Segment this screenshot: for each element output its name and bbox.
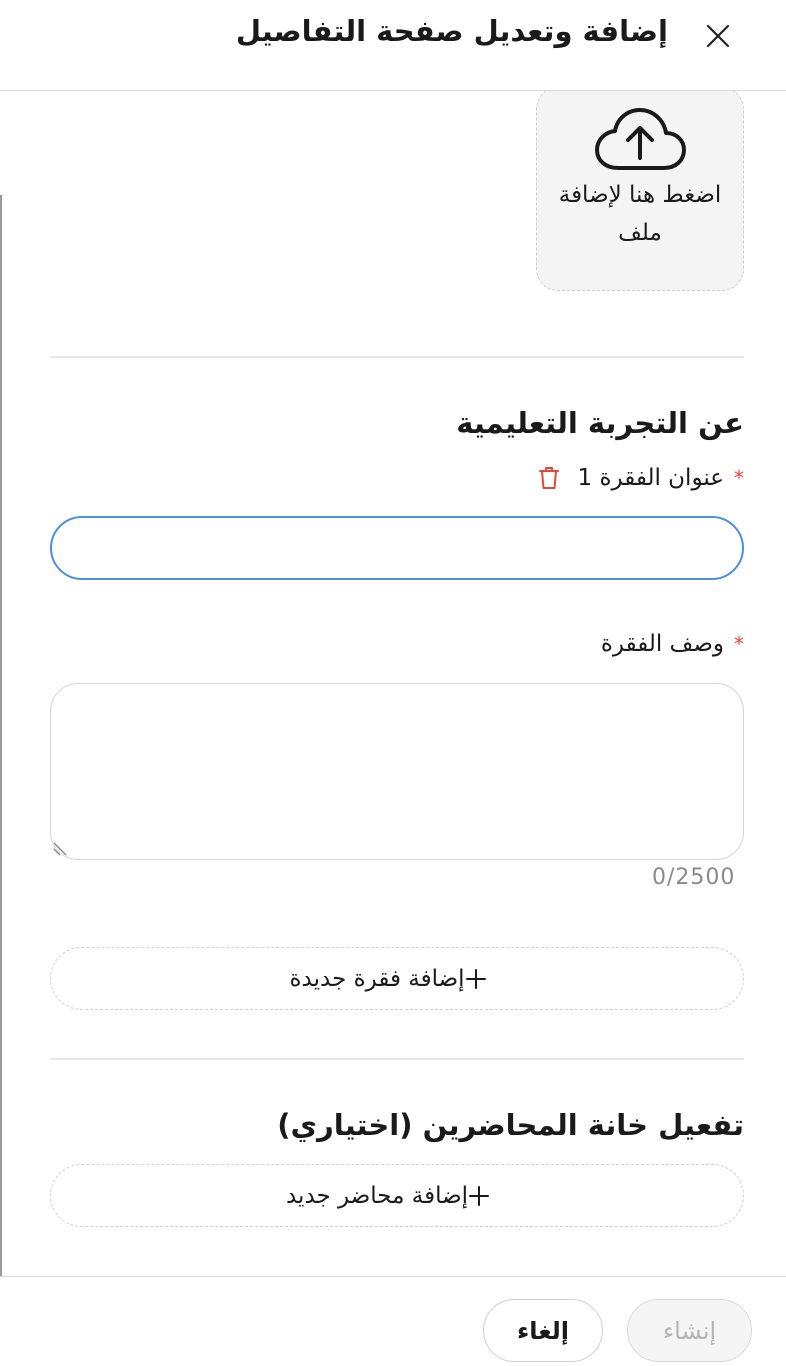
details-page-drawer: إضافة وتعديل صفحة التفاصيل اضغط هنا لإضا… — [0, 0, 786, 1366]
paragraph-desc-label-row: * وصف الفقرة — [601, 631, 744, 657]
required-mark: * — [734, 632, 744, 656]
divider — [50, 1058, 744, 1060]
resize-grip-icon[interactable] — [52, 841, 68, 857]
required-mark: * — [734, 466, 744, 490]
cloud-upload-icon — [595, 108, 686, 170]
delete-paragraph-button[interactable] — [538, 466, 560, 490]
close-button[interactable] — [698, 16, 738, 56]
plus-icon — [468, 1185, 490, 1207]
divider — [50, 356, 744, 358]
paragraph-title-label-row: * عنوان الفقرة 1 — [538, 465, 744, 491]
drawer-footer: إنشاء إلغاء — [0, 1276, 786, 1366]
paragraph-title-input[interactable] — [50, 516, 744, 580]
plus-icon — [465, 968, 487, 990]
close-icon[interactable] — [704, 22, 732, 50]
about-section-title: عن التجربة التعليمية — [456, 406, 744, 440]
char-counter: 0/2500 — [652, 865, 736, 890]
scrollbar[interactable] — [0, 195, 2, 1276]
lecturers-section-title: تفعيل خانة المحاضرين (اختياري) — [277, 1108, 744, 1142]
paragraph-desc-label: وصف الفقرة — [600, 631, 724, 657]
trash-icon[interactable] — [538, 466, 560, 490]
cancel-button[interactable]: إلغاء — [483, 1299, 603, 1362]
add-paragraph-button[interactable]: إضافة فقرة جديدة — [50, 947, 744, 1010]
paragraph-title-label: عنوان الفقرة 1 — [577, 465, 725, 491]
drawer-body[interactable]: اضغط هنا لإضافة ملف عن التجربة التعليمية… — [0, 91, 786, 1276]
drawer-header: إضافة وتعديل صفحة التفاصيل — [0, 0, 786, 91]
add-lecturer-button[interactable]: إضافة محاضر جديد — [50, 1164, 744, 1227]
file-upload-dropzone[interactable]: اضغط هنا لإضافة ملف — [536, 91, 744, 291]
add-lecturer-label: إضافة محاضر جديد — [285, 1182, 469, 1209]
drawer-title: إضافة وتعديل صفحة التفاصيل — [235, 14, 668, 48]
paragraph-desc-textarea[interactable] — [50, 683, 744, 860]
add-paragraph-label: إضافة فقرة جديدة — [289, 965, 465, 992]
upload-text: اضغط هنا لإضافة ملف — [558, 182, 722, 246]
create-button[interactable]: إنشاء — [627, 1299, 752, 1362]
